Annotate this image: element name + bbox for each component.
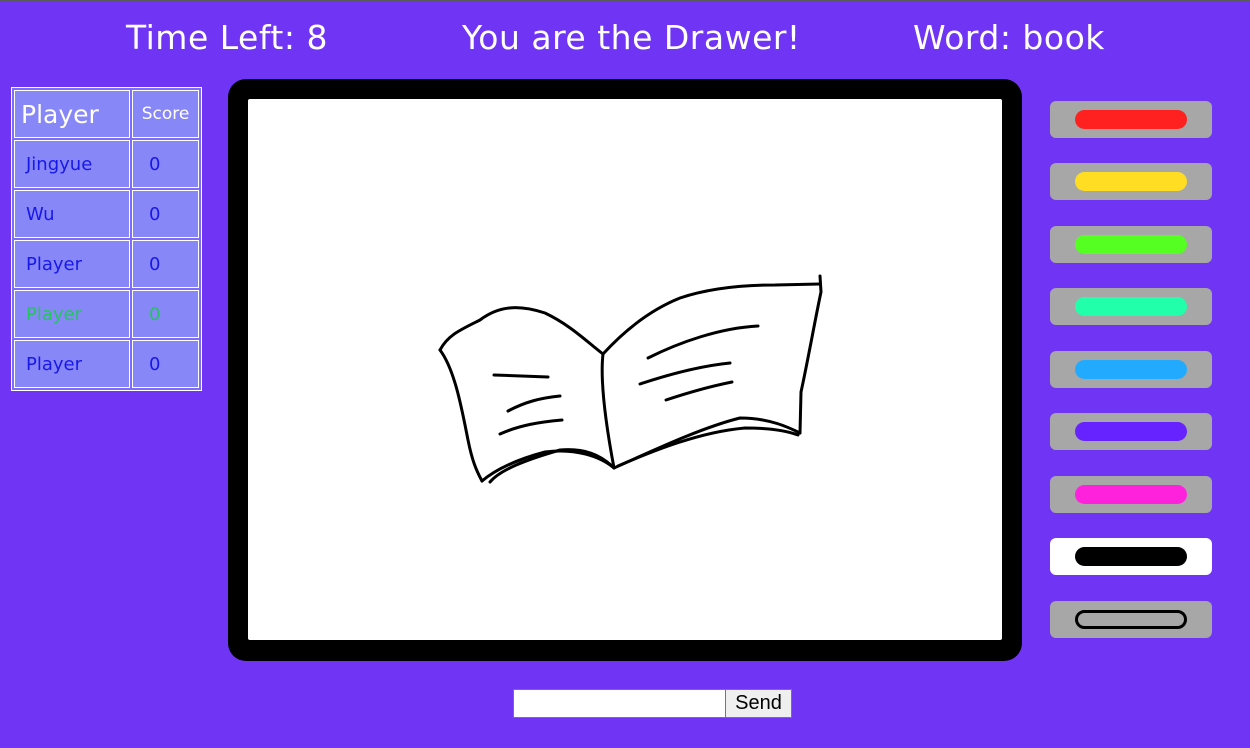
player-score: 0 [132, 340, 199, 388]
color-swatch-black[interactable] [1050, 538, 1212, 575]
color-swatch-green[interactable] [1050, 226, 1212, 263]
scoreboard-row-current-player: Player 0 [14, 290, 199, 338]
player-name: Player [14, 340, 130, 388]
scoreboard-row: Player 0 [14, 240, 199, 288]
guess-input[interactable] [513, 689, 726, 718]
scoreboard: Player Score Jingyue 0 Wu 0 Player 0 Pla… [11, 87, 202, 391]
color-swatch-teal[interactable] [1050, 288, 1212, 325]
eraser-swatch[interactable] [1050, 601, 1212, 638]
scoreboard-header-row: Player Score [14, 90, 199, 138]
black-color-pill [1075, 547, 1187, 566]
send-button[interactable]: Send [725, 689, 792, 718]
scoreboard-row: Wu 0 [14, 190, 199, 238]
purple-color-pill [1075, 422, 1187, 441]
eraser-icon [1075, 610, 1187, 629]
player-score: 0 [132, 240, 199, 288]
player-score: 0 [132, 140, 199, 188]
player-score: 0 [132, 290, 199, 338]
color-swatch-purple[interactable] [1050, 413, 1212, 450]
drawing-canvas[interactable] [248, 99, 1002, 640]
scoreboard-row: Player 0 [14, 340, 199, 388]
player-name: Jingyue [14, 140, 130, 188]
player-column-header: Player [14, 90, 130, 138]
yellow-color-pill [1075, 172, 1187, 191]
word-label: Word: book [913, 18, 1105, 57]
score-column-header: Score [132, 90, 199, 138]
player-score: 0 [132, 190, 199, 238]
green-color-pill [1075, 235, 1187, 254]
role-label: You are the Drawer! [462, 18, 801, 57]
teal-color-pill [1075, 297, 1187, 316]
blue-color-pill [1075, 360, 1187, 379]
time-left-label: Time Left: 8 [126, 18, 328, 57]
color-swatch-magenta[interactable] [1050, 476, 1212, 513]
scoreboard-row: Jingyue 0 [14, 140, 199, 188]
book-drawing [438, 274, 823, 484]
top-border [0, 0, 1250, 1]
magenta-color-pill [1075, 485, 1187, 504]
color-swatch-yellow[interactable] [1050, 163, 1212, 200]
color-swatch-blue[interactable] [1050, 351, 1212, 388]
color-swatch-red[interactable] [1050, 101, 1212, 138]
red-color-pill [1075, 110, 1187, 129]
player-name: Player [14, 290, 130, 338]
player-name: Player [14, 240, 130, 288]
player-name: Wu [14, 190, 130, 238]
